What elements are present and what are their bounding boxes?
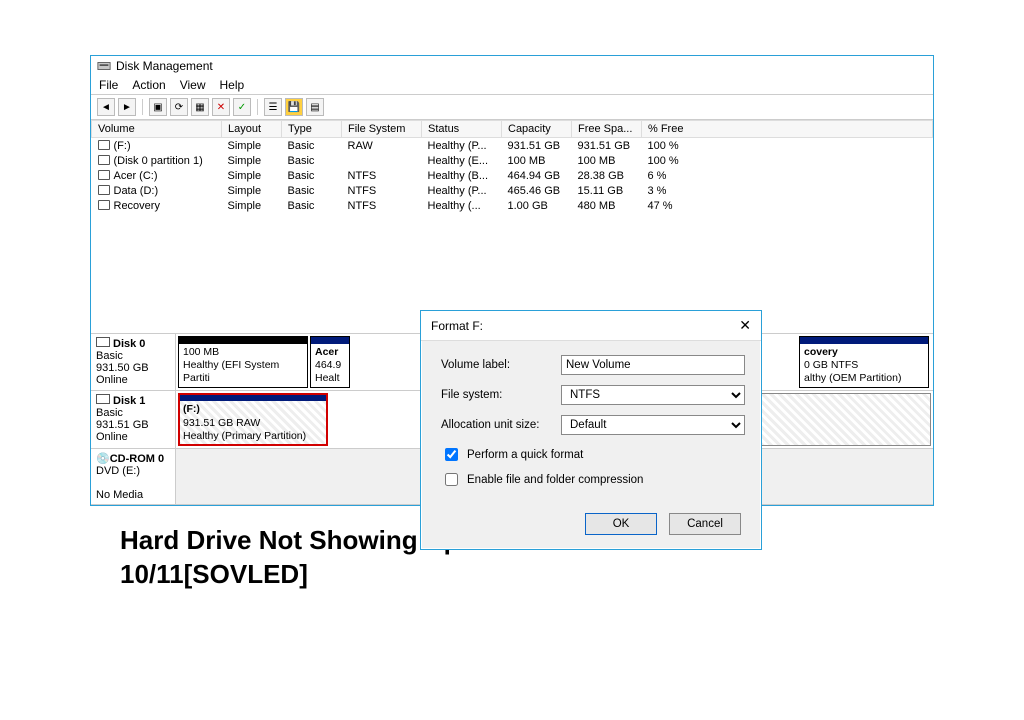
quick-format-checkbox[interactable] (445, 448, 458, 461)
volume-table: Volume Layout Type File System Status Ca… (91, 120, 933, 213)
volume-label-input[interactable] (561, 355, 745, 375)
alloc-select[interactable]: Default (561, 415, 745, 435)
partition-f-raw[interactable]: (F:)931.51 GB RAWHealthy (Primary Partit… (178, 393, 328, 445)
tool2-button[interactable]: ▦ (191, 98, 209, 116)
table-header: Volume Layout Type File System Status Ca… (92, 121, 933, 138)
back-button[interactable]: ◄ (97, 98, 115, 116)
table-row[interactable]: Data (D:)SimpleBasicNTFSHealthy (P...465… (92, 183, 933, 198)
cd-icon: 💿 (96, 453, 110, 465)
partition-acer[interactable]: Acer464.9Healt (310, 336, 350, 388)
refresh-button[interactable]: ⟳ (170, 98, 188, 116)
menu-help[interactable]: Help (220, 78, 245, 92)
forward-button[interactable]: ► (118, 98, 136, 116)
app-icon (97, 59, 111, 73)
disk-icon (96, 394, 110, 404)
table-row[interactable]: RecoverySimpleBasicNTFSHealthy (...1.00 … (92, 198, 933, 213)
save-button[interactable]: 💾 (285, 98, 303, 116)
quick-format-label: Perform a quick format (467, 449, 583, 461)
tool-button[interactable]: ▣ (149, 98, 167, 116)
filesystem-select[interactable]: NTFS (561, 385, 745, 405)
table-row[interactable]: (Disk 0 partition 1)SimpleBasicHealthy (… (92, 153, 933, 168)
compression-label: Enable file and folder compression (467, 474, 643, 486)
table-row[interactable]: (F:)SimpleBasicRAWHealthy (P...931.51 GB… (92, 138, 933, 154)
partition-hatch (751, 393, 931, 445)
partition-efi[interactable]: 100 MBHealthy (EFI System Partiti (178, 336, 308, 388)
compression-checkbox[interactable] (445, 473, 458, 486)
cancel-button[interactable]: Cancel (669, 513, 741, 535)
toolbar: ◄ ► ▣ ⟳ ▦ ✕ ✓ ☰ 💾 ▤ (91, 95, 933, 120)
volume-label-label: Volume label: (441, 359, 561, 371)
cdrom-label[interactable]: 💿CD-ROM 0 DVD (E:) No Media (91, 449, 176, 504)
table-row[interactable]: Acer (C:)SimpleBasicNTFSHealthy (B...464… (92, 168, 933, 183)
tool4-button[interactable]: ▤ (306, 98, 324, 116)
menu-action[interactable]: Action (132, 78, 165, 92)
tool3-button[interactable]: ☰ (264, 98, 282, 116)
menu-file[interactable]: File (99, 78, 118, 92)
filesystem-label: File system: (441, 389, 561, 401)
window-title: Disk Management (116, 59, 213, 73)
disk0-label[interactable]: Disk 0 Basic 931.50 GB Online (91, 334, 176, 390)
ok-button[interactable]: OK (585, 513, 657, 535)
alloc-label: Allocation unit size: (441, 419, 561, 431)
dialog-title: Format F: (431, 319, 483, 333)
menu-view[interactable]: View (180, 78, 206, 92)
check-button[interactable]: ✓ (233, 98, 251, 116)
disk-icon (96, 337, 110, 347)
partition-recovery[interactable]: covery0 GB NTFSalthy (OEM Partition) (799, 336, 929, 388)
delete-button[interactable]: ✕ (212, 98, 230, 116)
format-dialog: Format F: ✕ Volume label: File system: N… (420, 310, 762, 550)
close-icon[interactable]: ✕ (739, 317, 751, 334)
titlebar: Disk Management (91, 56, 933, 76)
disk1-label[interactable]: Disk 1 Basic 931.51 GB Online (91, 391, 176, 447)
menubar: File Action View Help (91, 76, 933, 95)
